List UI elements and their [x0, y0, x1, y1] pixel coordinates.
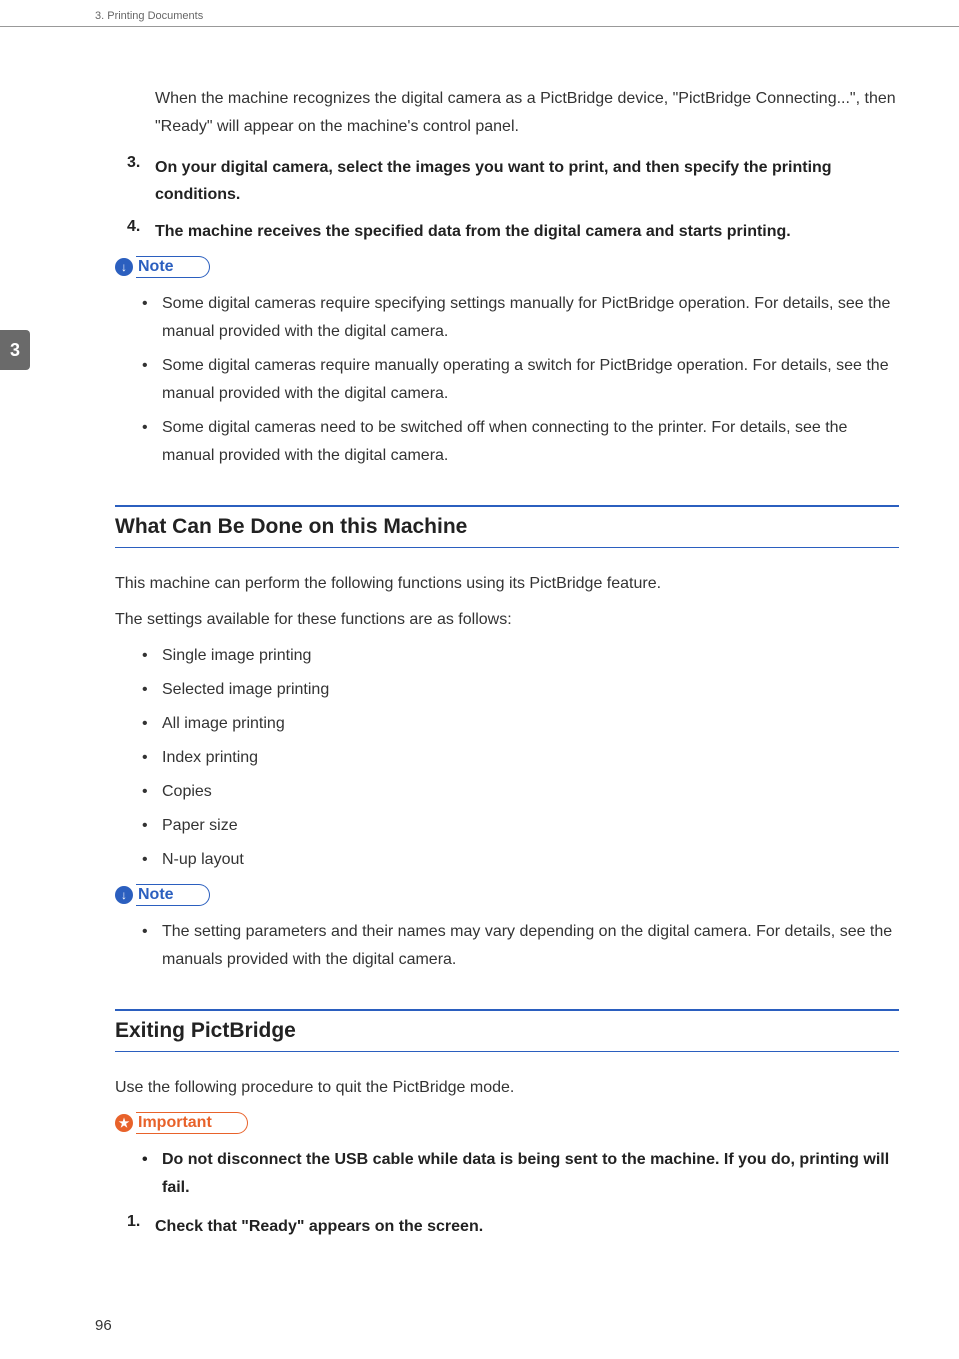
list-item: Single image printing: [140, 642, 899, 670]
note-callout: ↓ Note: [115, 884, 899, 906]
header-rule: [0, 26, 959, 27]
list-item: The setting parameters and their names m…: [140, 918, 899, 974]
intro-paragraph: When the machine recognizes the digital …: [155, 85, 899, 141]
list-item: Paper size: [140, 812, 899, 840]
note-callout: ↓ Note: [115, 256, 899, 278]
list-item: Copies: [140, 778, 899, 806]
note-border: Note: [136, 256, 210, 278]
body-paragraph: Use the following procedure to quit the …: [115, 1074, 899, 1102]
page-number: 96: [95, 1317, 112, 1334]
step-item: 4. The machine receives the specified da…: [127, 218, 899, 245]
down-arrow-icon: ↓: [115, 258, 133, 276]
note-label: Note: [138, 886, 209, 904]
step-number: 3.: [127, 154, 155, 208]
note-label: Note: [138, 258, 209, 276]
step-text: Check that "Ready" appears on the screen…: [155, 1213, 899, 1240]
down-arrow-icon: ↓: [115, 886, 133, 904]
step-number: 1.: [127, 1213, 155, 1240]
chapter-tab: 3: [0, 330, 30, 370]
list-item: Do not disconnect the USB cable while da…: [140, 1146, 899, 1202]
section-heading: Exiting PictBridge: [115, 1009, 899, 1052]
important-callout: ★ Important: [115, 1112, 899, 1134]
step-text: On your digital camera, select the image…: [155, 154, 899, 208]
body-paragraph: The settings available for these functio…: [115, 606, 899, 634]
important-list: Do not disconnect the USB cable while da…: [140, 1146, 899, 1202]
list-item: Index printing: [140, 744, 899, 772]
body-paragraph: This machine can perform the following f…: [115, 570, 899, 598]
step-text: The machine receives the specified data …: [155, 218, 899, 245]
content-area: When the machine recognizes the digital …: [115, 85, 899, 1250]
important-label: Important: [138, 1114, 247, 1132]
list-item: Some digital cameras require specifying …: [140, 290, 899, 346]
list-item: Some digital cameras need to be switched…: [140, 414, 899, 470]
list-item: Selected image printing: [140, 676, 899, 704]
note-border: Note: [136, 884, 210, 906]
important-border: Important: [136, 1112, 248, 1134]
list-item: All image printing: [140, 710, 899, 738]
step-number: 4.: [127, 218, 155, 245]
note-list: The setting parameters and their names m…: [140, 918, 899, 974]
step-item: 1. Check that "Ready" appears on the scr…: [127, 1213, 899, 1240]
note-list: Some digital cameras require specifying …: [140, 290, 899, 470]
step-item: 3. On your digital camera, select the im…: [127, 154, 899, 208]
list-item: Some digital cameras require manually op…: [140, 352, 899, 408]
list-item: N-up layout: [140, 846, 899, 874]
page-header: 3. Printing Documents: [95, 10, 203, 22]
star-icon: ★: [115, 1114, 133, 1132]
section-heading: What Can Be Done on this Machine: [115, 505, 899, 548]
feature-list: Single image printing Selected image pri…: [140, 642, 899, 874]
